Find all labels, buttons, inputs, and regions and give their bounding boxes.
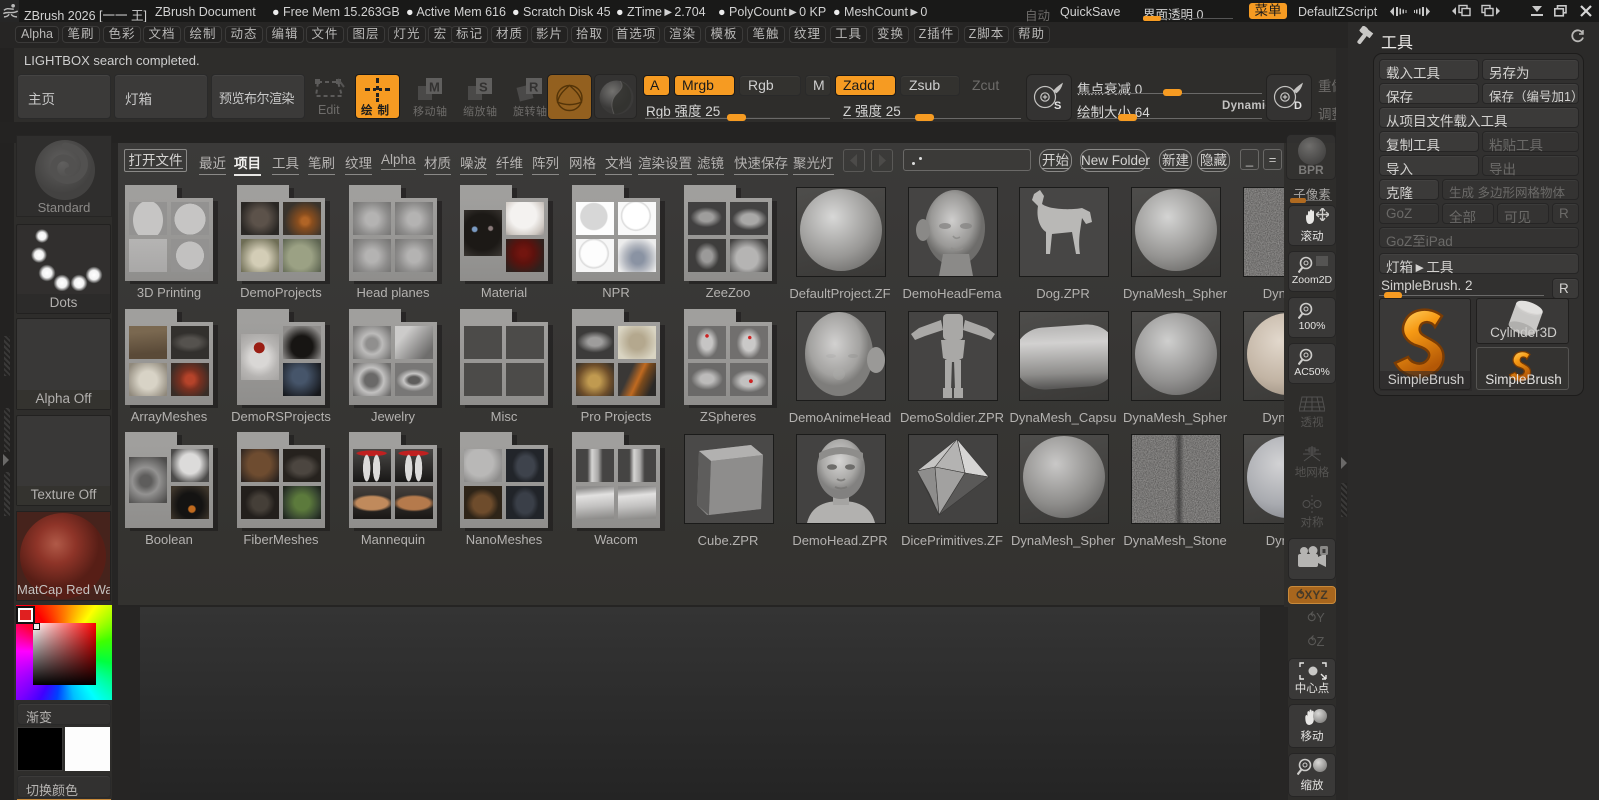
svg-text:S: S [479, 80, 488, 95]
svg-text:D: D [1294, 100, 1302, 112]
svg-text:M: M [429, 80, 440, 95]
svg-text:S: S [1054, 100, 1061, 112]
svg-text:R: R [529, 80, 539, 95]
